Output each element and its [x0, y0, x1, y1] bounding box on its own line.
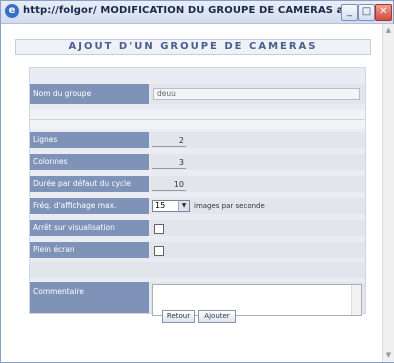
rows-input[interactable]: 2 [152, 135, 186, 147]
comment-cell [150, 282, 365, 316]
display-freq-value: 15 [155, 201, 166, 210]
group-name-cell: deuu [150, 84, 365, 104]
fullscreen-row: Plein écran [30, 242, 365, 258]
columns-label: Colonnes [30, 154, 149, 170]
display-freq-unit: images par seconde [194, 202, 265, 210]
browser-icon: e [5, 4, 19, 18]
comment-label: Commentaire [30, 282, 149, 313]
columns-row: Colonnes 3 [30, 154, 365, 170]
window-scrollbar[interactable]: ▲ ▼ [382, 24, 394, 362]
window-title: http://folgor/ MODIFICATION DU GROUPE DE… [23, 5, 377, 16]
fullscreen-cell [150, 242, 365, 258]
separator [30, 262, 365, 278]
title-bar[interactable]: e http://folgor/ MODIFICATION DU GROUPE … [1, 1, 393, 24]
minimize-button[interactable]: _ [341, 4, 358, 21]
page-content: AJOUT D'UN GROUPE DE CAMERAS Nom du grou… [1, 24, 381, 362]
stop-on-view-row: Arrêt sur visualisation [30, 220, 365, 236]
cycle-duration-input[interactable]: 10 [152, 179, 186, 191]
cycle-duration-label: Durée par défaut du cycle [30, 176, 149, 192]
display-freq-label: Fréq. d'affichage max. [30, 198, 149, 214]
rows-cell: 2 [150, 132, 365, 148]
fullscreen-checkbox[interactable] [154, 246, 164, 256]
group-form: Nom du groupe deuu Lignes 2 Colonnes 3 D… [29, 67, 366, 316]
textarea-scrollbar[interactable] [351, 285, 361, 315]
fullscreen-label: Plein écran [30, 242, 149, 258]
display-freq-cell: 15 ▼ images par seconde [150, 198, 365, 214]
columns-cell: 3 [150, 154, 365, 170]
divider [30, 119, 365, 120]
stop-on-view-cell [150, 220, 365, 236]
close-button[interactable]: ✕ [375, 4, 392, 21]
back-button[interactable]: Retour [162, 310, 195, 323]
rows-row: Lignes 2 [30, 132, 365, 148]
columns-input[interactable]: 3 [152, 157, 186, 169]
chevron-down-icon[interactable]: ▼ [178, 201, 189, 211]
cycle-duration-cell: 10 [150, 176, 365, 192]
cycle-duration-row: Durée par défaut du cycle 10 [30, 176, 365, 192]
group-name-row: Nom du groupe deuu [30, 84, 365, 104]
comment-row: Commentaire [30, 282, 365, 316]
rows-label: Lignes [30, 132, 149, 148]
stop-on-view-checkbox[interactable] [154, 224, 164, 234]
group-name-input[interactable]: deuu [153, 88, 360, 100]
scroll-up-icon[interactable]: ▲ [384, 26, 393, 35]
page-title: AJOUT D'UN GROUPE DE CAMERAS [15, 39, 371, 55]
maximize-button[interactable]: □ [358, 4, 375, 21]
popup-window: e http://folgor/ MODIFICATION DU GROUPE … [0, 0, 394, 363]
group-name-label: Nom du groupe [30, 84, 149, 104]
stop-on-view-label: Arrêt sur visualisation [30, 220, 149, 236]
add-button[interactable]: Ajouter [198, 310, 236, 323]
display-freq-select[interactable]: 15 ▼ [152, 200, 190, 212]
display-freq-row: Fréq. d'affichage max. 15 ▼ images par s… [30, 198, 365, 214]
scroll-down-icon[interactable]: ▼ [384, 351, 393, 360]
